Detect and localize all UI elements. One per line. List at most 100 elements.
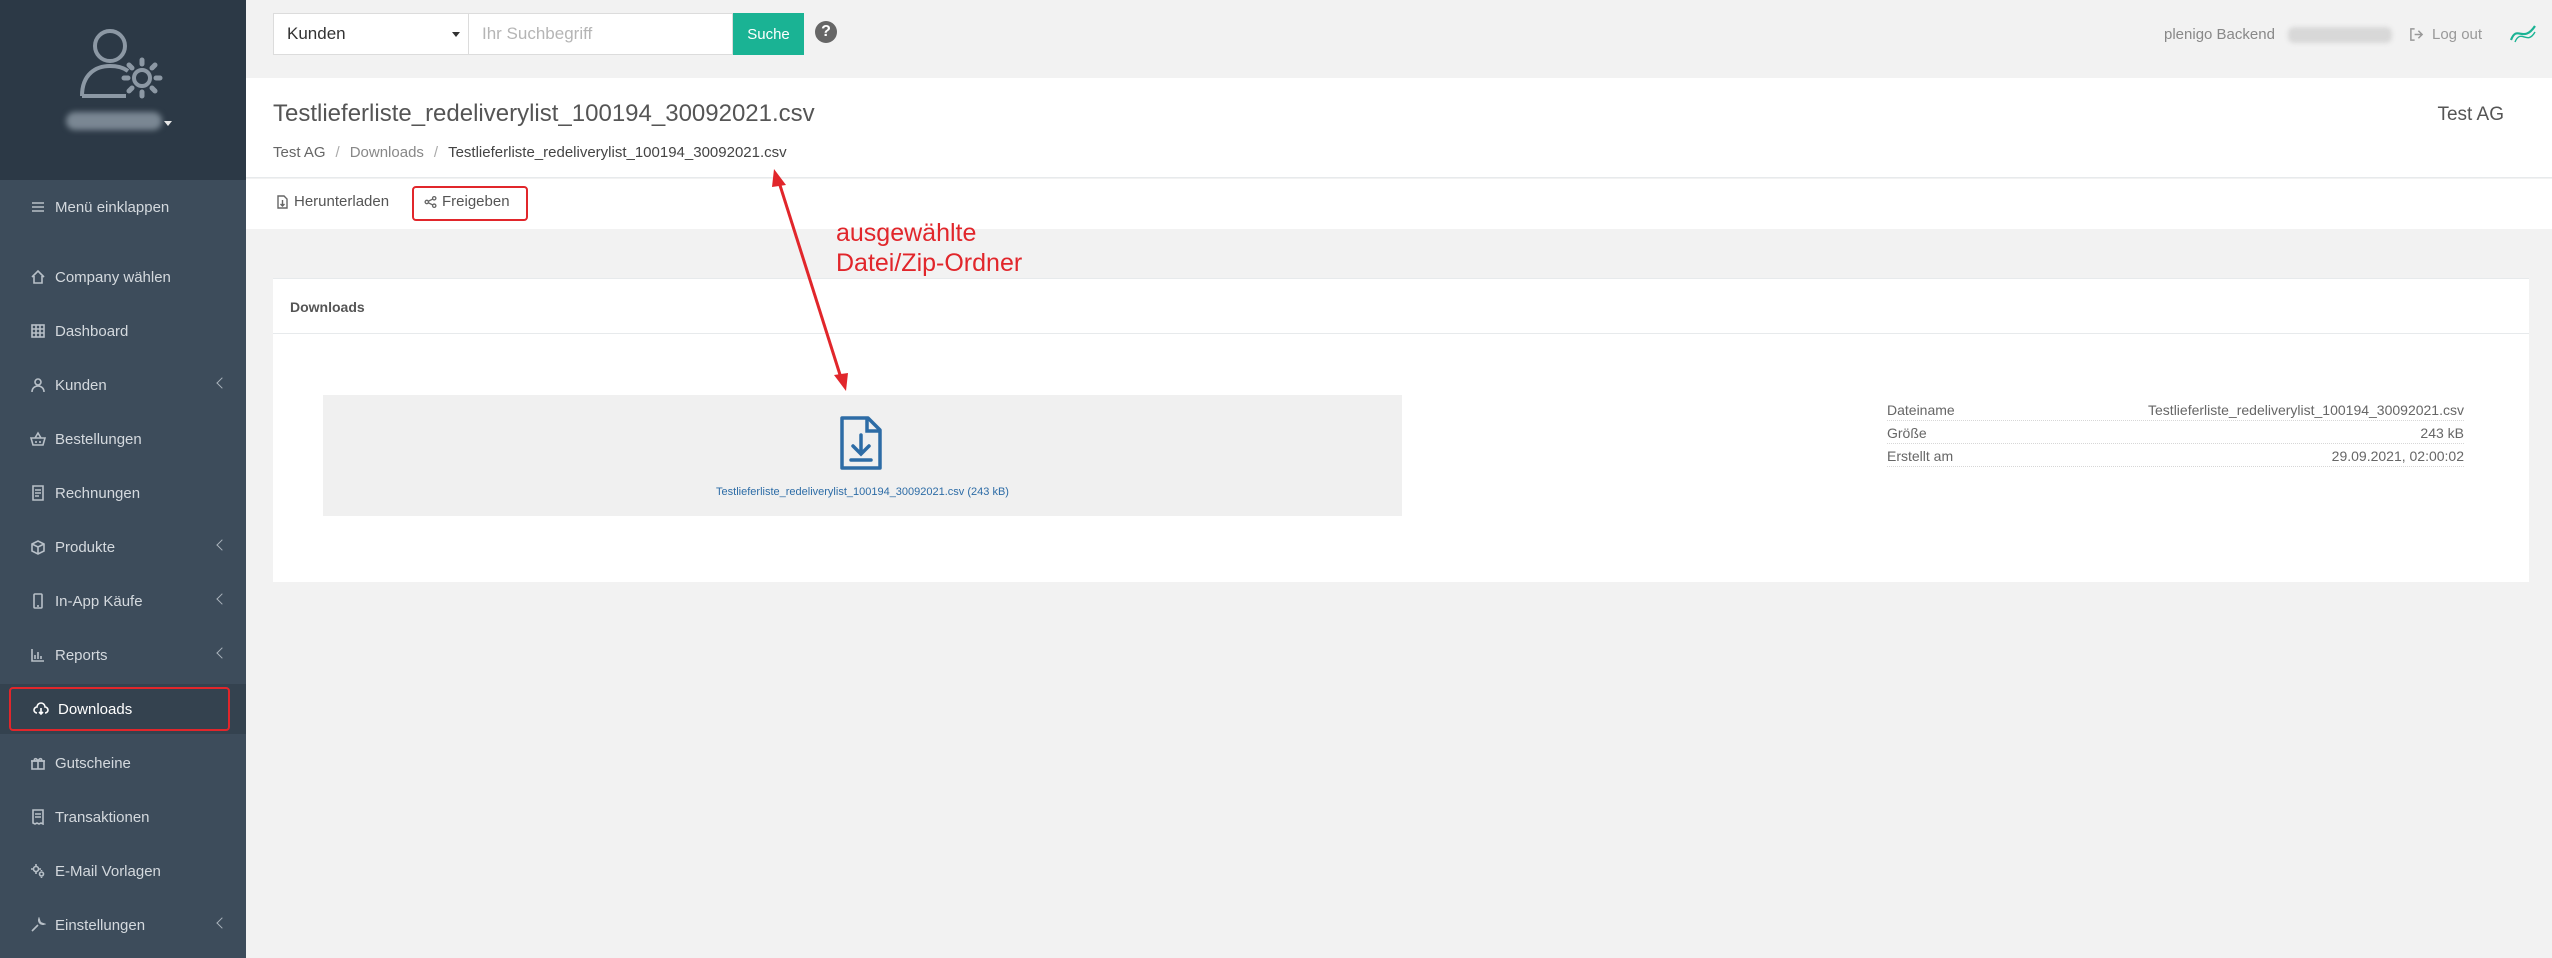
sidebar-item-inapp[interactable]: In-App Käufe (0, 576, 246, 626)
panel-title: Downloads (290, 299, 365, 315)
sidebar-item-reports[interactable]: Reports (0, 630, 246, 680)
sidebar-item-email-vorlagen[interactable]: E-Mail Vorlagen (0, 846, 246, 896)
file-download-icon (277, 194, 288, 209)
invoice-icon (28, 485, 48, 501)
breadcrumb-separator: / (433, 144, 439, 161)
chart-icon (28, 647, 48, 663)
mobile-icon (28, 593, 48, 609)
file-download-icon[interactable] (838, 415, 884, 471)
meta-value: 243 kB (2414, 425, 2464, 441)
sidebar-item-label: Rechnungen (55, 484, 141, 502)
caret-down-icon[interactable] (164, 121, 172, 126)
sidebar-item-label: Reports (55, 646, 108, 664)
sidebar-item-label: Company wählen (55, 268, 171, 286)
sidebar-item-rechnungen[interactable]: Rechnungen (0, 468, 246, 518)
chevron-left-icon (216, 539, 228, 551)
chevron-left-icon (216, 647, 228, 659)
annotation-arrow (772, 169, 848, 391)
chevron-left-icon (216, 377, 228, 389)
sidebar-item-label: In-App Käufe (55, 592, 143, 610)
panel-divider (273, 333, 2529, 334)
sidebar-item-transaktionen[interactable]: Transaktionen (0, 792, 246, 842)
user-name-redacted[interactable] (66, 112, 162, 130)
search-input[interactable] (468, 13, 733, 55)
logout-link[interactable]: Log out (2409, 26, 2482, 43)
home-icon (28, 269, 48, 285)
box-icon (28, 539, 48, 555)
wrench-icon (28, 917, 48, 933)
search-button[interactable]: Suche (733, 13, 804, 55)
meta-value: 29.09.2021, 02:00:02 (2325, 448, 2464, 464)
sidebar-item-bestellungen[interactable]: Bestellungen (0, 414, 246, 464)
meta-row: Erstellt am 29.09.2021, 02:00:02 (1887, 444, 2464, 467)
share-button-label: Freigeben (442, 193, 510, 210)
help-icon[interactable]: ? (815, 21, 837, 43)
downloads-panel: Downloads Testlieferliste_redeliverylist… (273, 278, 2529, 582)
breadcrumb-separator: / (335, 144, 340, 161)
sidebar-profile (0, 0, 246, 180)
basket-icon (28, 431, 48, 447)
sidebar-item-produkte[interactable]: Produkte (0, 522, 246, 572)
annotation-line: Datei/Zip-Ordner (836, 249, 1023, 277)
chevron-left-icon (216, 593, 228, 605)
sidebar-item-label: Transaktionen (55, 808, 150, 826)
highlight-box (9, 687, 230, 731)
sign-out-icon (2410, 28, 2424, 41)
breadcrumb-item-current: Testlieferliste_redeliverylist_100194_30… (448, 144, 787, 161)
share-icon (424, 195, 437, 208)
company-name: Test AG (2437, 104, 2504, 125)
backend-label: plenigo Backend (2164, 26, 2275, 43)
sidebar: Menü einklappen Company wählen Dashboard… (0, 0, 246, 958)
annotation-line: ausgewählte (836, 219, 977, 247)
search-type-value: Kunden (287, 24, 346, 43)
meta-key: Dateiname (1887, 402, 1961, 418)
backend-user-redacted (2288, 27, 2392, 43)
share-button[interactable]: Freigeben (424, 193, 510, 210)
sidebar-item-dashboard[interactable]: Dashboard (0, 306, 246, 356)
caret-down-icon (452, 32, 460, 37)
gift-icon (28, 755, 48, 771)
sidebar-item-label: Einstellungen (55, 916, 146, 934)
download-button[interactable]: Herunterladen (276, 193, 389, 210)
sidebar-item-label: Kunden (55, 376, 107, 394)
sidebar-item-collapse[interactable]: Menü einklappen (0, 182, 246, 232)
meta-key: Größe (1887, 425, 1933, 441)
user-icon (28, 377, 48, 393)
file-download-link[interactable]: Testlieferliste_redeliverylist_100194_30… (323, 486, 1402, 498)
sidebar-item-kunden[interactable]: Kunden (0, 360, 246, 410)
search-type-select[interactable]: Kunden (273, 13, 468, 55)
page-title: Testlieferliste_redeliverylist_100194_30… (273, 100, 815, 127)
meta-row: Dateiname Testlieferliste_redeliverylist… (1887, 398, 2464, 421)
user-settings-icon (80, 29, 163, 99)
sidebar-item-company[interactable]: Company wählen (0, 252, 246, 302)
sidebar-item-label: Produkte (55, 538, 116, 556)
grid-icon (28, 323, 48, 339)
annotation-text: ausgewählte Datei/Zip-Ordner (836, 218, 1022, 278)
receipt-icon (28, 809, 48, 825)
top-navbar: Kunden Suche ? plenigo Backend Log out (246, 0, 2552, 78)
action-bar: Herunterladen Freigeben (246, 179, 2552, 229)
sidebar-item-downloads[interactable]: Downloads (0, 684, 246, 734)
file-metadata: Dateiname Testlieferliste_redeliverylist… (1887, 398, 2464, 467)
sidebar-item-label: Gutscheine (55, 754, 131, 772)
meta-key: Erstellt am (1887, 448, 1960, 464)
breadcrumb-item-company[interactable]: Test AG (273, 144, 326, 161)
sidebar-item-gutscheine[interactable]: Gutscheine (0, 738, 246, 788)
gears-icon (28, 863, 48, 879)
sidebar-item-einstellungen[interactable]: Einstellungen (0, 900, 246, 950)
plenigo-logo-icon[interactable] (2509, 22, 2537, 46)
meta-row: Größe 243 kB (1887, 421, 2464, 444)
file-preview[interactable]: Testlieferliste_redeliverylist_100194_30… (323, 395, 1402, 516)
download-button-label: Herunterladen (294, 193, 390, 210)
sidebar-item-label: Bestellungen (55, 430, 142, 448)
logout-label: Log out (2432, 26, 2483, 43)
breadcrumb-item-downloads[interactable]: Downloads (350, 144, 424, 161)
breadcrumb: Test AG / Downloads / Testlieferliste_re… (273, 144, 787, 161)
sidebar-item-label: Menü einklappen (55, 198, 170, 216)
page-heading: Testlieferliste_redeliverylist_100194_30… (246, 78, 2552, 178)
sidebar-item-label: E-Mail Vorlagen (55, 862, 161, 880)
meta-value: Testlieferliste_redeliverylist_100194_30… (2142, 402, 2464, 418)
sidebar-item-label: Dashboard (55, 322, 129, 340)
hamburger-icon (28, 199, 48, 215)
chevron-left-icon (216, 917, 228, 929)
